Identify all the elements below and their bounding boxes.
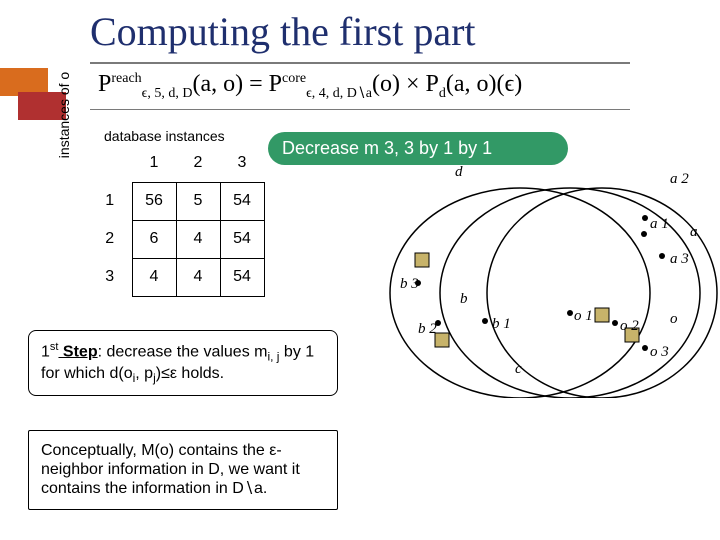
lbl-d: d xyxy=(455,164,463,180)
lbl-o2: o 2 xyxy=(620,318,639,334)
row-header: 2 xyxy=(88,220,132,258)
lbl-a1: a 1 xyxy=(650,216,669,232)
venn-diagram: d a a 1 a 2 a 3 b 3 b b 2 b 1 c o o 1 o … xyxy=(370,158,720,398)
lbl-a: a xyxy=(690,224,698,240)
mij-table: 1 2 3 1 56 5 54 2 6 4 54 3 4 4 54 xyxy=(88,144,265,297)
lbl-b2: b 2 xyxy=(418,321,437,337)
step-box: 1st Step: decrease the values mi, j by 1… xyxy=(28,330,338,396)
cell: 5 xyxy=(176,182,220,220)
cell: 6 xyxy=(132,220,176,258)
db-instances-label: database instances xyxy=(104,128,225,144)
lbl-a3: a 3 xyxy=(670,251,689,267)
cell: 54 xyxy=(220,258,264,296)
lbl-c: c xyxy=(515,361,522,377)
slide-title: Computing the first part xyxy=(90,8,476,55)
lbl-b3: b 3 xyxy=(400,276,419,292)
formula: Preachϵ, 5, d, D(a, o) = Pcoreϵ, 4, d, D… xyxy=(90,62,630,110)
lbl-o3: o 3 xyxy=(650,344,669,360)
cell: 4 xyxy=(176,220,220,258)
lbl-a2: a 2 xyxy=(670,171,689,187)
row-header: 1 xyxy=(88,182,132,220)
lbl-b: b xyxy=(460,291,468,307)
cell: 4 xyxy=(132,258,176,296)
cell: 4 xyxy=(176,258,220,296)
instances-of-o-label: instances of o xyxy=(56,55,72,175)
row-header: 3 xyxy=(88,258,132,296)
col-header: 3 xyxy=(220,144,264,182)
cell: 54 xyxy=(220,220,264,258)
lbl-b1: b 1 xyxy=(492,316,511,332)
col-header: 1 xyxy=(132,144,176,182)
lbl-o1: o 1 xyxy=(574,308,593,324)
lbl-o: o xyxy=(670,311,678,327)
cell: 56 xyxy=(132,182,176,220)
cell: 54 xyxy=(220,182,264,220)
concept-box: Conceptually, M(o) contains the ε-neighb… xyxy=(28,430,338,510)
col-header: 2 xyxy=(176,144,220,182)
